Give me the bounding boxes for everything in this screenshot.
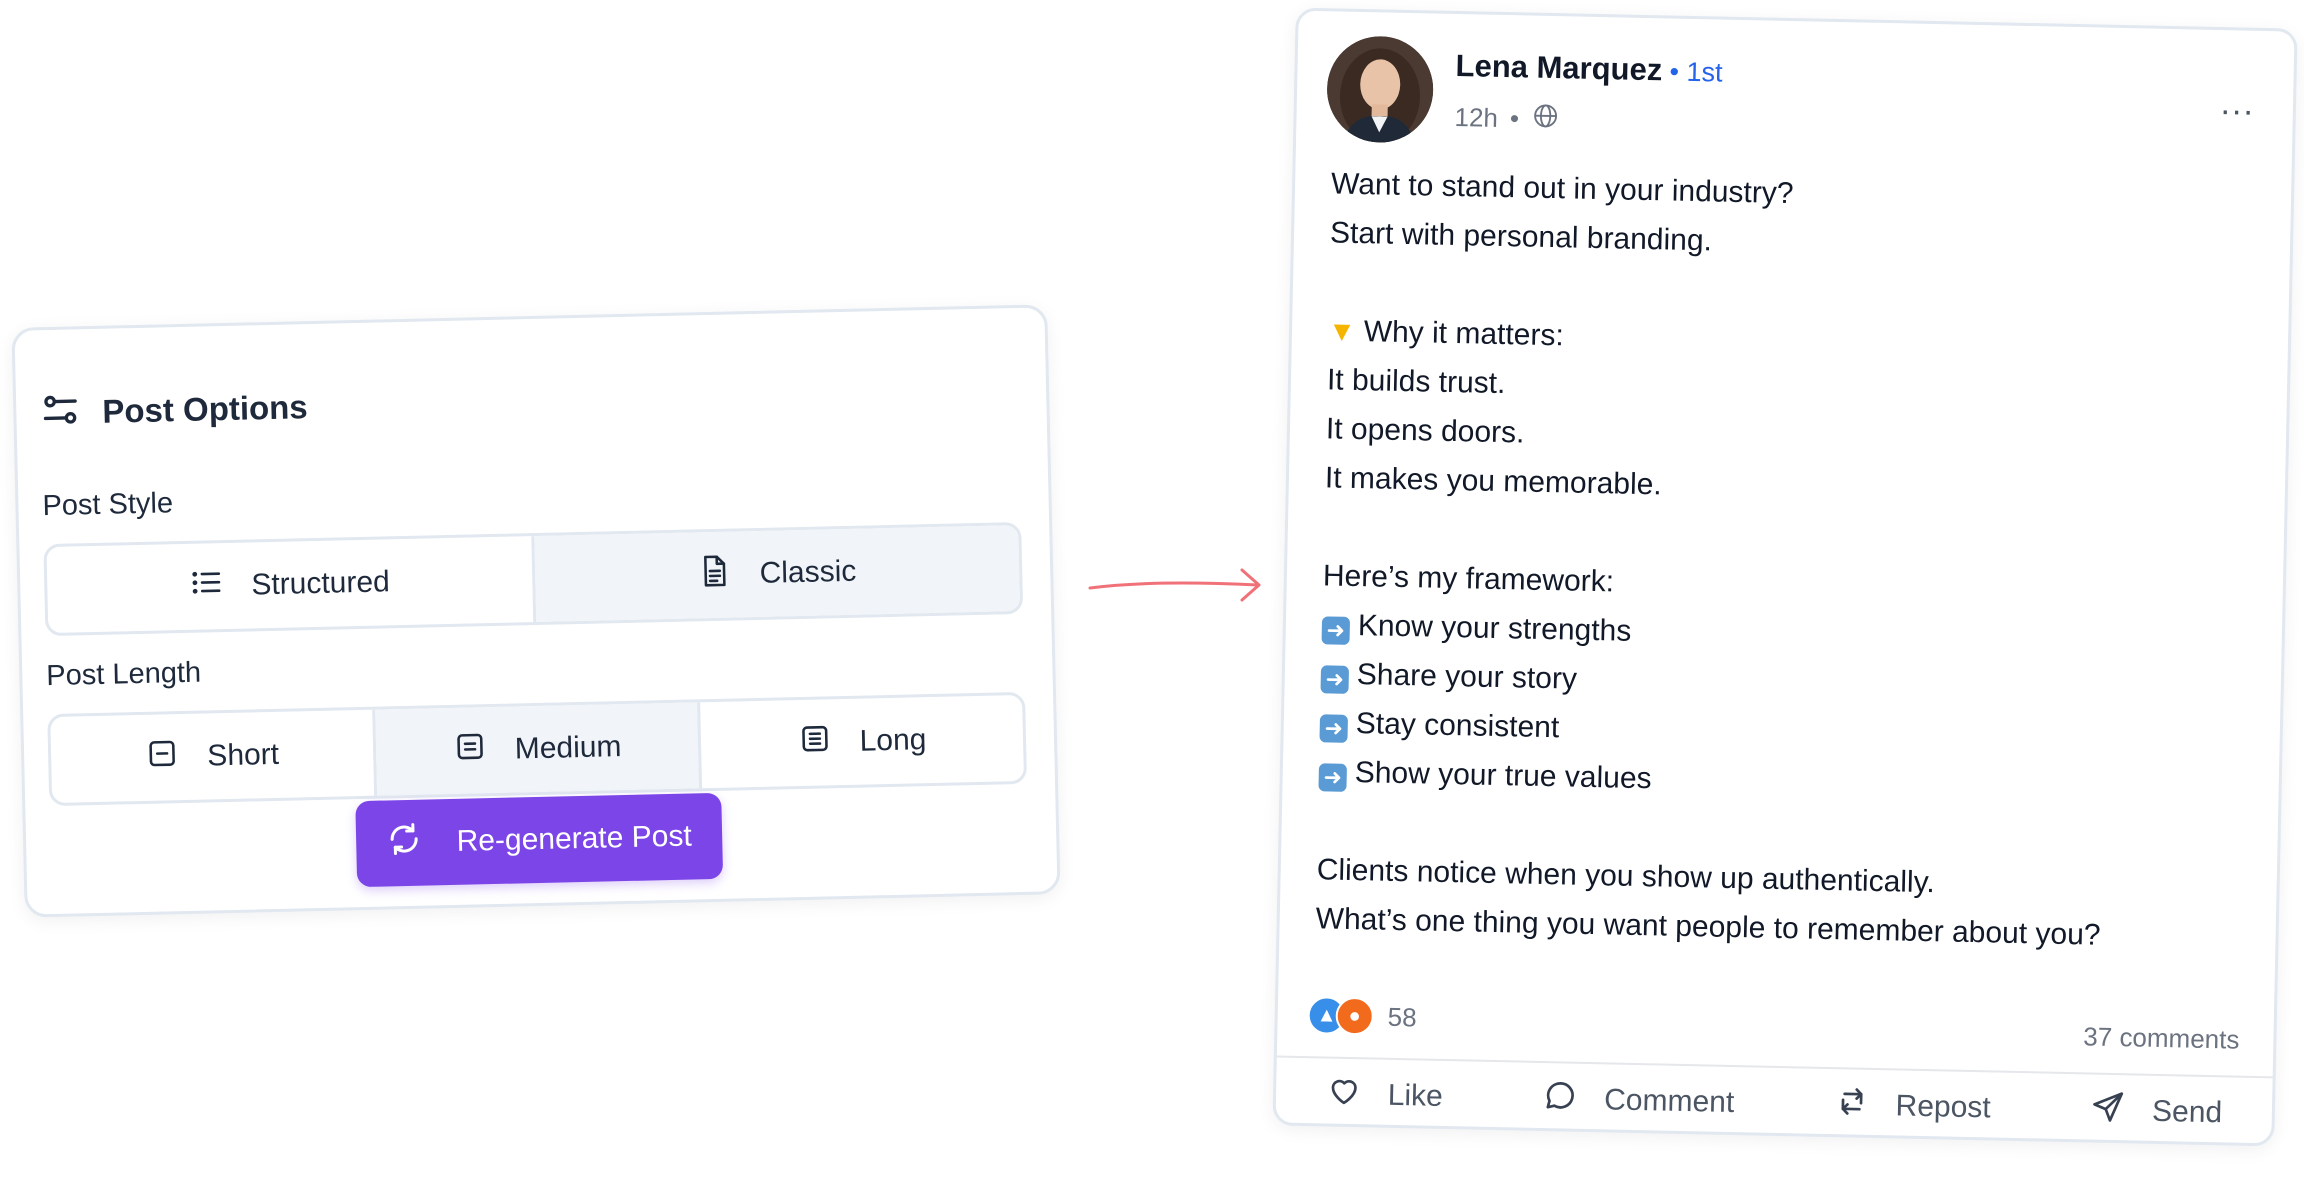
send-button[interactable]: Send bbox=[2090, 1089, 2223, 1136]
post-style-label: Post Style bbox=[42, 487, 174, 523]
post-meta: 12h • bbox=[1454, 100, 1559, 137]
style-option-label: Structured bbox=[251, 565, 391, 602]
repost-icon bbox=[1833, 1083, 1870, 1128]
post-time: 12h bbox=[1454, 101, 1499, 133]
list-icon bbox=[189, 565, 224, 608]
style-option-classic[interactable]: Classic bbox=[533, 525, 1021, 623]
author-name[interactable]: Lena Marquez bbox=[1455, 48, 1662, 88]
refresh-icon bbox=[386, 821, 423, 866]
panel-header: Post Options bbox=[40, 384, 308, 435]
like-label: Like bbox=[1387, 1078, 1444, 1113]
reaction-icons: ▲ ● bbox=[1307, 996, 1375, 1036]
minus-square-icon bbox=[145, 736, 180, 779]
right-arrow-icon: ➜ bbox=[1318, 763, 1347, 792]
comments-count[interactable]: 37 comments bbox=[2083, 1021, 2240, 1055]
post-length-selector: Short Medium Long bbox=[47, 691, 1028, 807]
comment-button[interactable]: Comment bbox=[1542, 1077, 1735, 1125]
reaction-count: 58 bbox=[1387, 1001, 1417, 1032]
send-icon bbox=[2090, 1089, 2127, 1134]
length-option-short[interactable]: Short bbox=[50, 709, 378, 804]
post-length-label: Post Length bbox=[45, 656, 202, 693]
heart-icon bbox=[1325, 1073, 1362, 1118]
sliders-icon bbox=[40, 389, 81, 435]
panel-title: Post Options bbox=[101, 387, 309, 430]
comment-icon bbox=[1542, 1077, 1579, 1122]
length-option-label: Short bbox=[206, 737, 280, 773]
length-option-long[interactable]: Long bbox=[700, 695, 1024, 788]
post-body: Want to stand out in your industry? Star… bbox=[1315, 159, 2251, 962]
regenerate-label: Re-generate Post bbox=[456, 819, 693, 858]
fire-icon: ● bbox=[1335, 996, 1375, 1036]
post-style-selector: Structured Classic bbox=[43, 521, 1024, 637]
repost-label: Repost bbox=[1895, 1089, 1992, 1125]
long-lines-icon bbox=[797, 721, 832, 764]
globe-icon bbox=[1531, 102, 1560, 138]
post-preview-card: Lena Marquez • 1st 12h • ... Want to sta… bbox=[1272, 7, 2298, 1147]
arrow-connector-icon bbox=[1088, 568, 1261, 602]
right-arrow-icon: ➜ bbox=[1319, 714, 1349, 743]
send-label: Send bbox=[2151, 1094, 2223, 1130]
length-option-label: Long bbox=[859, 723, 927, 758]
connection-degree: • 1st bbox=[1669, 56, 1723, 88]
document-icon bbox=[697, 554, 732, 597]
avatar[interactable] bbox=[1326, 35, 1435, 144]
length-option-medium[interactable]: Medium bbox=[375, 702, 703, 796]
right-arrow-icon: ➜ bbox=[1321, 616, 1351, 645]
medium-lines-icon bbox=[452, 729, 487, 772]
post-options-panel: Post Options Post Style Structured Class… bbox=[11, 304, 1061, 918]
style-option-structured[interactable]: Structured bbox=[46, 536, 536, 634]
meta-separator: • bbox=[1509, 103, 1520, 134]
pointing-down-icon: ▼ bbox=[1327, 315, 1357, 347]
right-arrow-icon: ➜ bbox=[1320, 665, 1350, 694]
reactions-summary[interactable]: ▲ ● 58 bbox=[1307, 996, 1417, 1036]
regenerate-post-button[interactable]: Re-generate Post bbox=[355, 792, 724, 888]
repost-button[interactable]: Repost bbox=[1833, 1083, 1991, 1130]
length-option-label: Medium bbox=[514, 730, 622, 766]
like-button[interactable]: Like bbox=[1325, 1073, 1443, 1119]
comment-label: Comment bbox=[1603, 1083, 1735, 1120]
style-option-label: Classic bbox=[759, 554, 857, 590]
more-options-button[interactable]: ... bbox=[2220, 84, 2255, 124]
